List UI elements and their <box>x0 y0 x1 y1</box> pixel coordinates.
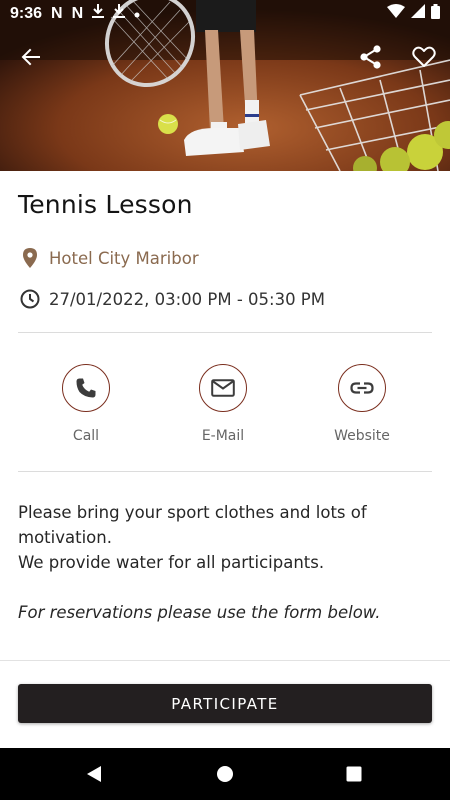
divider <box>0 660 450 661</box>
link-icon <box>350 382 374 394</box>
participate-button[interactable]: PARTICIPATE <box>18 684 432 723</box>
location-pin-icon <box>18 246 42 270</box>
phone-icon <box>76 378 96 398</box>
event-title: Tennis Lesson <box>18 190 193 219</box>
location-text: Hotel City Maribor <box>49 248 199 268</box>
email-label: E-Mail <box>201 428 245 444</box>
reservation-note: For reservations please use the form bel… <box>18 603 381 622</box>
netflix-icon: N <box>71 4 84 22</box>
datetime-row: 27/01/2022, 03:00 PM - 05:30 PM <box>18 287 325 311</box>
divider <box>18 471 432 472</box>
square-recents-icon <box>346 766 362 782</box>
description-line-1: Please bring your sport clothes and lots… <box>18 503 367 547</box>
status-time: 9:36 <box>10 4 43 22</box>
nav-home-button[interactable] <box>213 762 237 786</box>
divider <box>18 332 432 333</box>
nav-recents-button[interactable] <box>342 762 366 786</box>
circle-home-icon <box>217 766 233 782</box>
website-label: Website <box>334 428 390 444</box>
download-icon <box>113 4 126 23</box>
nav-back-button[interactable] <box>82 762 106 786</box>
system-nav-bar <box>0 748 450 800</box>
call-icon-circle <box>62 364 110 412</box>
netflix-icon: N <box>51 4 63 22</box>
location-row[interactable]: Hotel City Maribor <box>18 246 199 270</box>
description-line-2: We provide water for all participants. <box>18 553 325 572</box>
triangle-back-icon <box>87 766 101 782</box>
clock-icon <box>18 287 42 311</box>
call-button[interactable]: Call <box>26 364 146 444</box>
heart-outline-icon <box>412 46 436 67</box>
favorite-button[interactable] <box>407 40 441 74</box>
share-icon <box>360 45 381 69</box>
event-description: Please bring your sport clothes and lots… <box>18 500 432 625</box>
wifi-icon <box>387 4 405 23</box>
website-icon-circle <box>338 364 386 412</box>
arrow-left-icon <box>21 48 40 66</box>
status-bar: 9:36 N N <box>0 0 450 27</box>
share-button[interactable] <box>354 40 388 74</box>
signal-icon <box>411 4 425 23</box>
dot-icon <box>134 5 140 23</box>
email-button[interactable]: E-Mail <box>163 364 283 444</box>
back-button[interactable] <box>14 40 48 74</box>
battery-icon <box>431 3 440 24</box>
email-icon-circle <box>199 364 247 412</box>
download-icon <box>92 4 105 23</box>
datetime-text: 27/01/2022, 03:00 PM - 05:30 PM <box>49 289 325 309</box>
website-button[interactable]: Website <box>302 364 422 444</box>
call-label: Call <box>72 428 100 444</box>
mail-icon <box>211 379 235 397</box>
